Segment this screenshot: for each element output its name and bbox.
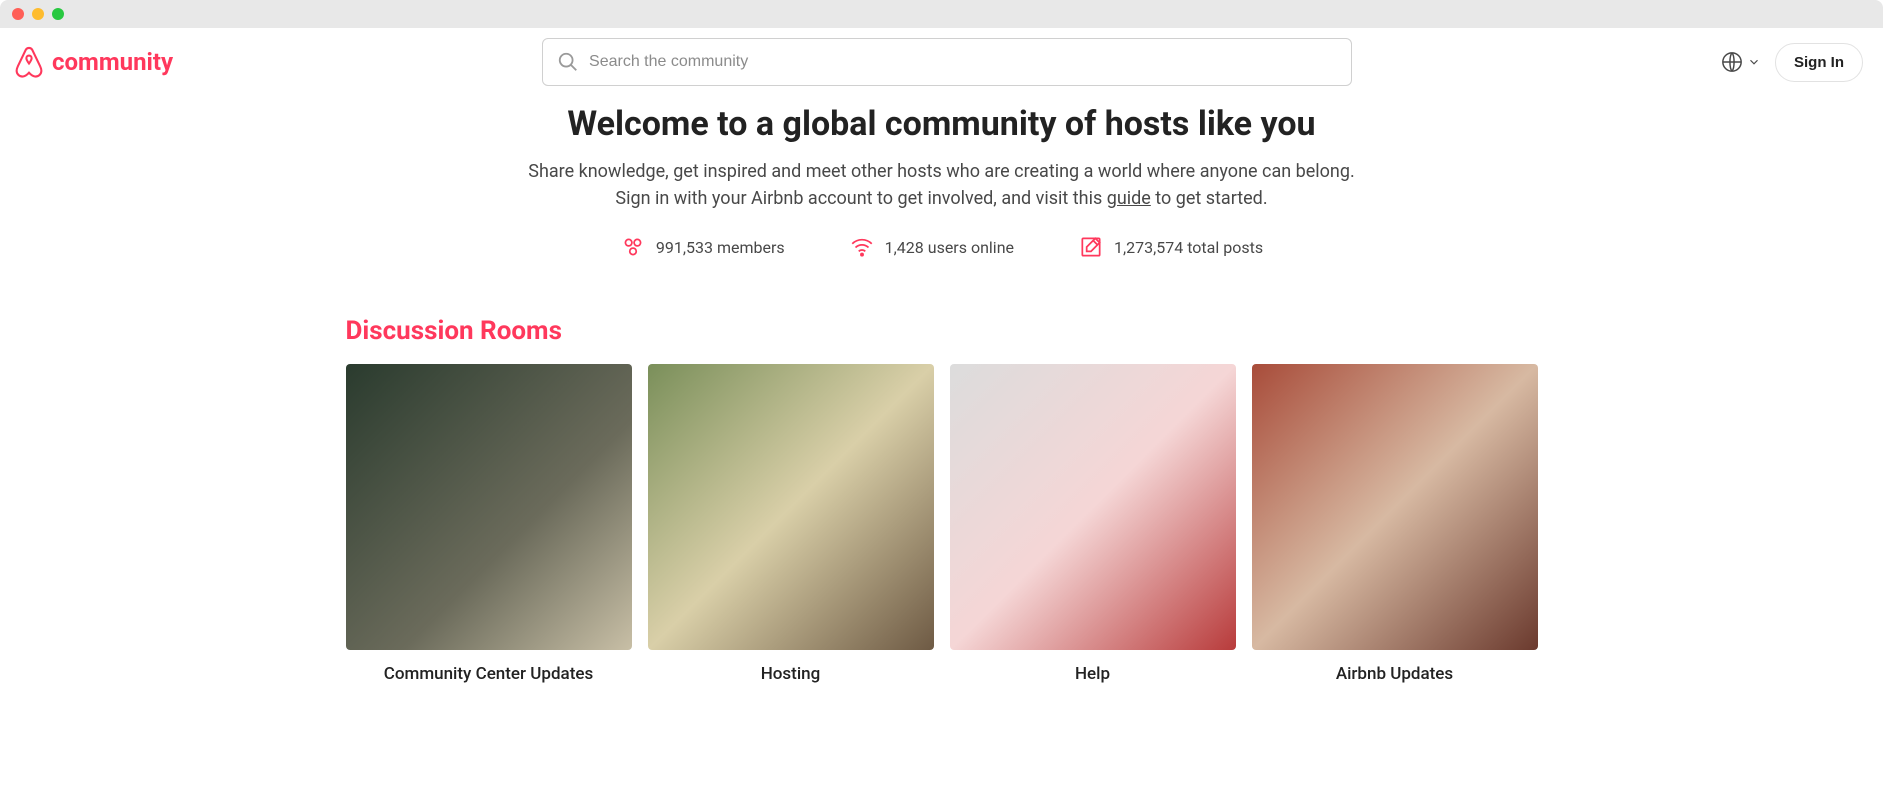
signin-button[interactable]: Sign In <box>1775 43 1863 82</box>
window-minimize-icon[interactable] <box>32 8 44 20</box>
discussion-rooms-section: Discussion Rooms Community Center Update… <box>346 316 1538 684</box>
stat-posts: 1,273,574 total posts <box>1078 234 1263 260</box>
hero: Welcome to a global community of hosts l… <box>392 104 1492 212</box>
discussion-cards: Community Center Updates Hosting Help Ai… <box>346 364 1538 684</box>
language-selector[interactable] <box>1721 51 1761 73</box>
search-input[interactable] <box>589 53 1337 71</box>
card-help[interactable]: Help <box>950 364 1236 684</box>
card-image <box>950 364 1236 650</box>
window-maximize-icon[interactable] <box>52 8 64 20</box>
brand-logo[interactable]: community <box>14 46 173 78</box>
stat-online: 1,428 users online <box>849 234 1014 260</box>
card-airbnb-updates[interactable]: Airbnb Updates <box>1252 364 1538 684</box>
card-label: Airbnb Updates <box>1252 664 1538 684</box>
globe-icon <box>1721 51 1743 73</box>
airbnb-logo-icon <box>14 46 44 78</box>
wifi-icon <box>849 234 875 260</box>
card-image <box>648 364 934 650</box>
posts-icon <box>1078 234 1104 260</box>
card-image <box>1252 364 1538 650</box>
card-label: Hosting <box>648 664 934 684</box>
stat-members-text: 991,533 members <box>656 238 785 257</box>
guide-link[interactable]: guide <box>1107 188 1151 209</box>
hero-line2-prefix: Sign in with your Airbnb account to get … <box>615 188 1106 209</box>
stats-row: 991,533 members 1,428 users online 1,273… <box>0 234 1883 260</box>
search-box[interactable] <box>542 38 1352 86</box>
card-image <box>346 364 632 650</box>
card-label: Help <box>950 664 1236 684</box>
search-icon <box>557 51 579 73</box>
window-close-icon[interactable] <box>12 8 24 20</box>
card-community-center-updates[interactable]: Community Center Updates <box>346 364 632 684</box>
members-icon <box>620 234 646 260</box>
section-title: Discussion Rooms <box>346 316 1538 346</box>
browser-chrome <box>0 0 1883 28</box>
hero-line2-suffix: to get started. <box>1151 188 1268 209</box>
hero-title: Welcome to a global community of hosts l… <box>392 104 1492 144</box>
stat-posts-text: 1,273,574 total posts <box>1114 238 1263 257</box>
chevron-down-icon <box>1747 55 1761 69</box>
card-hosting[interactable]: Hosting <box>648 364 934 684</box>
card-label: Community Center Updates <box>346 664 632 684</box>
hero-line1: Share knowledge, get inspired and meet o… <box>528 161 1354 182</box>
brand-text: community <box>52 48 173 76</box>
stat-members: 991,533 members <box>620 234 785 260</box>
site-header: community Sign In <box>0 28 1883 96</box>
stat-online-text: 1,428 users online <box>885 238 1014 257</box>
